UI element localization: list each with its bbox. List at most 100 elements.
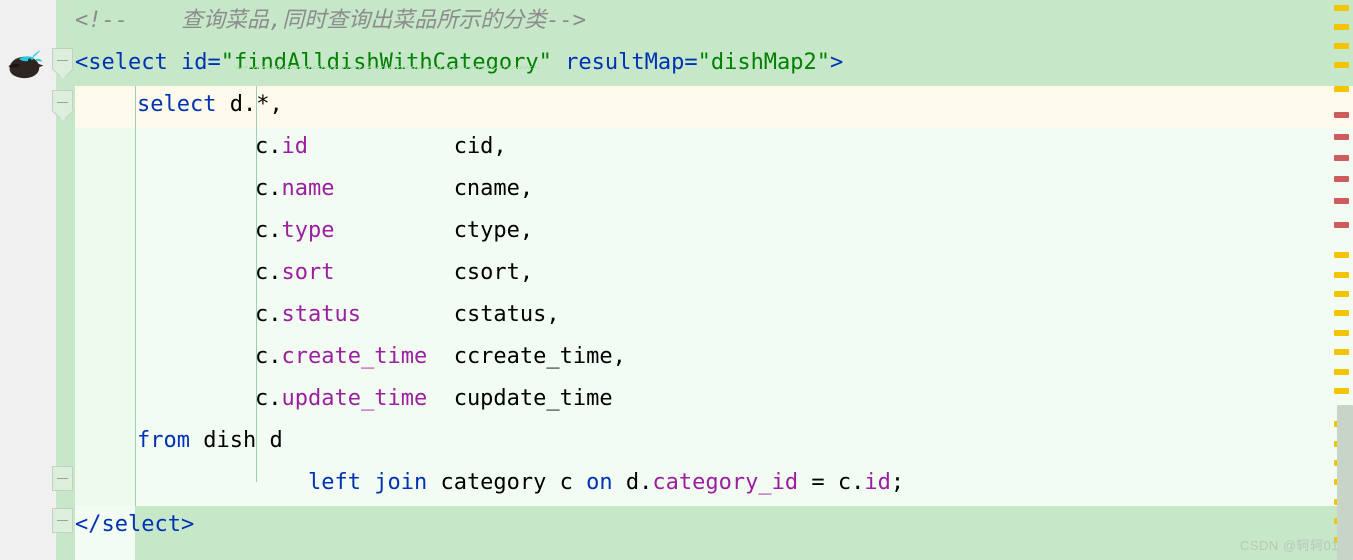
editor-text-area[interactable]: <!-- 查询菜品,同时查询出菜品所示的分类--> <select id="fin… [75, 0, 1328, 560]
code-line[interactable]: c.update_time cupdate_time [75, 378, 1328, 420]
csdn-watermark: CSDN @轲轲01 [1239, 538, 1339, 553]
code-token: type [281, 218, 335, 243]
code-line-content: <select id="findAlldishWithCategory" res… [75, 42, 843, 84]
error-stripe-mark[interactable] [1334, 198, 1349, 204]
code-line-content: <!-- 查询菜品,同时查询出菜品所示的分类--> [75, 0, 586, 42]
code-line[interactable]: c.status cstatus, [75, 294, 1328, 336]
code-line[interactable]: <!-- 查询菜品,同时查询出菜品所示的分类--> [75, 0, 1328, 42]
fold-marker-nested-2[interactable] [52, 508, 73, 533]
code-token: update_time [281, 386, 428, 411]
code-token: name [281, 176, 335, 201]
warning-stripe-mark[interactable] [1334, 62, 1349, 68]
code-line[interactable]: c.type ctype, [75, 210, 1328, 252]
code-token: resultMap [565, 50, 685, 75]
warning-stripe-mark[interactable] [1334, 369, 1349, 375]
code-token: category c [427, 470, 587, 495]
error-stripe-mark[interactable] [1334, 155, 1349, 161]
code-token: <select [75, 50, 168, 75]
warning-stripe-mark[interactable] [1334, 272, 1349, 278]
code-token: = [684, 50, 698, 75]
code-token: create_time [281, 344, 428, 369]
code-token: ; [890, 470, 905, 495]
code-token: dish d [189, 428, 283, 453]
code-token: select [137, 92, 217, 117]
code-line[interactable]: <select id="findAlldishWithCategory" res… [75, 42, 1328, 84]
code-line[interactable]: c.create_time ccreate_time, [75, 336, 1328, 378]
ide-editor-window: <!-- 查询菜品,同时查询出菜品所示的分类--> <select id="fin… [0, 0, 1353, 560]
code-token: sort [281, 260, 335, 285]
code-token: d. [612, 470, 653, 495]
code-token: findAlldishWithCategory [233, 50, 539, 75]
code-line-content: c.name cname, [75, 168, 533, 210]
code-token: id [180, 50, 208, 75]
code-line-content: from dish d [75, 420, 283, 462]
warning-stripe-mark[interactable] [1334, 5, 1349, 11]
fold-marker-select-open[interactable] [51, 48, 75, 79]
code-token: id [864, 470, 891, 495]
code-line[interactable]: c.sort csort, [75, 252, 1328, 294]
code-line[interactable]: c.id cid, [75, 126, 1328, 168]
warning-stripe-mark[interactable] [1334, 291, 1349, 297]
code-token: status [281, 302, 361, 327]
code-line-content: c.create_time ccreate_time, [75, 336, 626, 378]
code-line-content: c.id cid, [75, 126, 507, 168]
code-token: c. [255, 344, 282, 369]
code-token: c. [255, 218, 282, 243]
code-line-content: c.sort csort, [75, 252, 533, 294]
code-token: left join [307, 470, 428, 495]
code-line[interactable]: from dish d [75, 420, 1328, 462]
code-token: dishMap2 [710, 50, 817, 75]
warning-stripe-mark[interactable] [1334, 310, 1349, 316]
vertical-scrollbar-thumb[interactable] [1337, 405, 1353, 560]
fold-marker-select-body[interactable] [51, 90, 75, 121]
warning-stripe-mark[interactable] [1334, 86, 1349, 92]
error-stripe-mark[interactable] [1334, 222, 1349, 228]
code-token: ctype, [334, 218, 534, 243]
warning-stripe-mark[interactable] [1334, 349, 1349, 355]
mybatis-bird-icon[interactable] [6, 46, 44, 84]
error-stripe-mark[interactable] [1334, 134, 1349, 140]
code-token: csort, [334, 260, 534, 285]
code-token: c. [255, 134, 282, 159]
code-line[interactable]: </select> [75, 504, 1328, 546]
code-token: cname, [334, 176, 534, 201]
warning-stripe-mark[interactable] [1334, 388, 1349, 394]
code-token: " [220, 50, 234, 75]
code-token: " [697, 50, 711, 75]
code-token: = c. [798, 470, 865, 495]
code-line-content: c.type ctype, [75, 210, 533, 252]
code-token: c. [255, 176, 282, 201]
code-line-content: c.status cstatus, [75, 294, 560, 336]
code-token: </select> [75, 512, 195, 537]
warning-stripe-mark[interactable] [1334, 252, 1349, 258]
error-stripe-mark[interactable] [1334, 176, 1349, 182]
warning-stripe-mark[interactable] [1334, 330, 1349, 336]
code-token: cupdate_time [427, 386, 613, 411]
code-token: category_id [652, 470, 799, 495]
code-line-content: left join category c on d.category_id = … [75, 462, 904, 504]
code-token: on [586, 470, 613, 495]
code-line-content: </select> [75, 504, 194, 546]
code-token: ccreate_time, [427, 344, 626, 369]
code-token: c. [255, 386, 282, 411]
code-token: = [207, 50, 221, 75]
error-stripe-mark[interactable] [1334, 112, 1349, 118]
code-token: " [816, 50, 831, 75]
code-token: c. [255, 302, 282, 327]
fold-marker-nested-1[interactable] [52, 466, 73, 491]
code-token: id [281, 134, 309, 159]
warning-stripe-mark[interactable] [1334, 43, 1349, 49]
code-token: cstatus, [360, 302, 560, 327]
code-line[interactable]: left join category c on d.category_id = … [75, 462, 1328, 504]
code-line[interactable]: select d.*, [75, 84, 1328, 126]
code-line-content: c.update_time cupdate_time [75, 378, 613, 420]
code-line[interactable]: c.name cname, [75, 168, 1328, 210]
code-folding-column[interactable] [48, 0, 76, 560]
warning-stripe-mark[interactable] [1334, 24, 1349, 30]
code-token: cid, [308, 134, 507, 159]
code-token: <!-- 查询菜品,同时查询出菜品所示的分类--> [75, 8, 586, 33]
code-token: c. [255, 260, 282, 285]
